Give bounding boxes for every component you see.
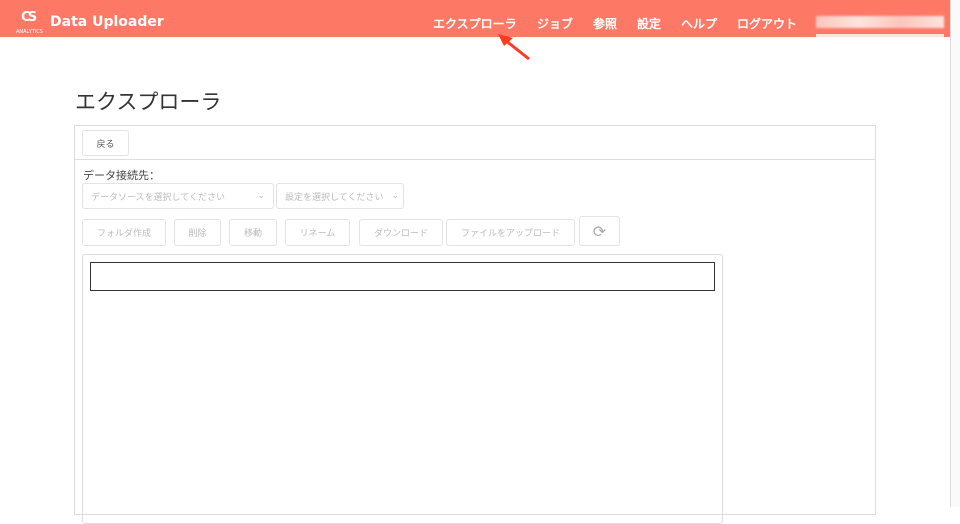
create-folder-button[interactable]: フォルダ作成 bbox=[82, 219, 166, 246]
page-scrollbar[interactable] bbox=[950, 0, 960, 507]
app-title: Data Uploader bbox=[50, 14, 164, 30]
nav-jobs[interactable]: ジョブ bbox=[537, 15, 573, 32]
nav-settings[interactable]: 設定 bbox=[637, 15, 661, 32]
connection-label: データ接続先： bbox=[83, 169, 160, 182]
delete-button[interactable]: 削除 bbox=[174, 219, 221, 246]
setting-select[interactable]: 設定を選択してください ⌄ bbox=[276, 183, 404, 209]
chevron-down-icon: ⌄ bbox=[257, 191, 265, 201]
setting-placeholder: 設定を選択してください bbox=[285, 192, 384, 203]
nav-help[interactable]: ヘルプ bbox=[681, 15, 717, 32]
path-input[interactable] bbox=[90, 262, 715, 291]
logo-mark: CS bbox=[21, 10, 37, 25]
back-button[interactable]: 戻る bbox=[82, 130, 129, 156]
page-title: エクスプローラ bbox=[75, 90, 222, 114]
logo[interactable]: CS ANALYTICS bbox=[16, 10, 46, 35]
file-browser[interactable] bbox=[82, 254, 723, 524]
logo-subtitle: ANALYTICS bbox=[16, 29, 43, 35]
refresh-icon: ⟳ bbox=[592, 221, 607, 241]
nav-logout[interactable]: ログアウト bbox=[737, 15, 797, 32]
chevron-down-icon: ⌄ bbox=[391, 191, 399, 201]
download-button[interactable]: ダウンロード bbox=[359, 219, 443, 246]
panel-toolbar: 戻る bbox=[75, 126, 875, 160]
upload-file-button[interactable]: ファイルをアップロード bbox=[446, 219, 575, 246]
datasource-placeholder: データソースを選択してください bbox=[91, 192, 226, 203]
move-button[interactable]: 移動 bbox=[229, 219, 277, 246]
rename-button[interactable]: リネーム bbox=[285, 219, 350, 246]
datasource-select[interactable]: データソースを選択してください ⌄ bbox=[82, 183, 274, 209]
annotation-arrow-icon bbox=[498, 34, 530, 61]
explorer-panel: 戻る データ接続先： データソースを選択してください ⌄ 設定を選択してください… bbox=[74, 125, 876, 524]
user-underline bbox=[816, 34, 944, 37]
refresh-button[interactable]: ⟳ bbox=[579, 216, 620, 246]
user-name-blurred[interactable] bbox=[816, 16, 944, 28]
nav-reference[interactable]: 参照 bbox=[593, 15, 617, 32]
top-header: CS ANALYTICS Data Uploader エクスプローラ ジョブ 参… bbox=[0, 0, 950, 37]
